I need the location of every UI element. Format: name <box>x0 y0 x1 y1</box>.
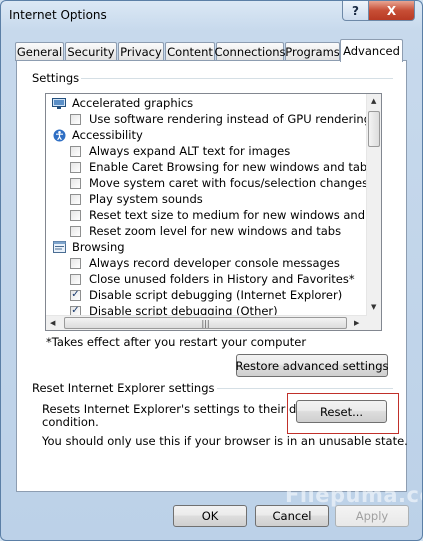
advanced-panel: Settings Accelerated graphics Use softwa… <box>16 60 408 492</box>
setting-disable-script-debugging-ie[interactable]: ✓ Disable script debugging (Internet Exp… <box>70 287 342 303</box>
help-icon: ? <box>352 3 359 18</box>
tab-general[interactable]: General <box>15 42 64 61</box>
vertical-scroll-thumb[interactable] <box>368 111 380 147</box>
scroll-left-icon[interactable]: ◀ <box>50 319 55 327</box>
browsing-icon <box>52 241 66 253</box>
tab-privacy[interactable]: Privacy <box>118 42 164 61</box>
ok-button[interactable]: OK <box>173 505 247 527</box>
checkbox-checked[interactable]: ✓ <box>70 289 81 301</box>
scroll-down-icon[interactable]: ▼ <box>371 303 376 311</box>
setting-label: Reset text size to medium for new window… <box>89 208 382 222</box>
close-button[interactable]: X <box>368 1 415 21</box>
grip-icon: ||| <box>201 318 210 328</box>
checkbox[interactable] <box>70 113 81 125</box>
setting-close-unused-folders[interactable]: Close unused folders in History and Favo… <box>70 271 355 287</box>
setting-software-rendering[interactable]: Use software rendering instead of GPU re… <box>70 111 377 127</box>
scroll-right-icon[interactable]: ▶ <box>354 319 359 327</box>
checkbox[interactable] <box>70 161 81 173</box>
tab-content[interactable]: Content <box>165 42 215 61</box>
reset-group-label: Reset Internet Explorer settings <box>30 381 217 395</box>
category-accelerated-graphics: Accelerated graphics <box>52 95 193 111</box>
help-button[interactable]: ? <box>342 1 369 21</box>
setting-reset-text-size[interactable]: Reset text size to medium for new window… <box>70 207 382 223</box>
tab-connections[interactable]: Connections <box>214 42 286 61</box>
tab-programs[interactable]: Programs <box>285 42 340 61</box>
setting-label: Reset zoom level for new windows and tab… <box>89 224 342 238</box>
checkbox[interactable] <box>70 193 81 205</box>
setting-record-console-messages[interactable]: Always record developer console messages <box>70 255 340 271</box>
tab-security[interactable]: Security <box>65 42 117 61</box>
scroll-up-icon[interactable]: ▲ <box>371 97 376 105</box>
apply-button[interactable]: Apply <box>335 505 409 527</box>
accessibility-icon <box>52 129 66 141</box>
setting-play-system-sounds[interactable]: Play system sounds <box>70 191 203 207</box>
setting-move-system-caret[interactable]: Move system caret with focus/selection c… <box>70 175 368 191</box>
restore-advanced-settings-button[interactable]: Restore advanced settings <box>236 354 389 377</box>
monitor-icon <box>52 97 66 109</box>
category-label: Browsing <box>72 240 125 254</box>
reset-warning: You should only use this if your browser… <box>42 434 408 448</box>
cancel-button[interactable]: Cancel <box>255 505 329 527</box>
setting-caret-browsing[interactable]: Enable Caret Browsing for new windows an… <box>70 159 373 175</box>
window-title: Internet Options <box>9 8 107 22</box>
category-label: Accelerated graphics <box>72 96 194 110</box>
restart-footnote: *Takes effect after you restart your com… <box>46 335 307 349</box>
reset-divider <box>194 388 393 389</box>
watermark: Filepuma.com <box>285 483 422 507</box>
setting-label: Disable script debugging (Internet Explo… <box>89 288 343 302</box>
checkmark-icon: ✓ <box>71 289 80 300</box>
setting-label: Always expand ALT text for images <box>89 144 291 158</box>
reset-description-line2: condition. <box>42 415 99 429</box>
setting-label: Use software rendering instead of GPU re… <box>89 112 377 126</box>
settings-divider <box>73 78 393 79</box>
checkbox[interactable] <box>70 177 81 189</box>
setting-expand-alt-text[interactable]: Always expand ALT text for images <box>70 143 290 159</box>
internet-options-dialog: Internet Options ? X General Security Pr… <box>0 0 423 541</box>
vertical-scrollbar[interactable]: ▲ ▼ <box>366 94 381 316</box>
tab-advanced[interactable]: Advanced <box>340 39 403 62</box>
category-accessibility: Accessibility <box>52 127 143 143</box>
setting-label: Play system sounds <box>89 192 203 206</box>
checkbox[interactable] <box>70 257 81 269</box>
setting-label: Close unused folders in History and Favo… <box>89 272 355 286</box>
settings-group-label: Settings <box>30 71 82 85</box>
reset-button-highlight <box>287 393 399 434</box>
setting-label: Enable Caret Browsing for new windows an… <box>89 160 374 174</box>
setting-label: Move system caret with focus/selection c… <box>89 176 369 190</box>
setting-reset-zoom-level[interactable]: Reset zoom level for new windows and tab… <box>70 223 341 239</box>
horizontal-scrollbar[interactable]: ◀ ||| ▶ <box>46 315 367 330</box>
checkbox[interactable] <box>70 209 81 221</box>
checkbox[interactable] <box>70 273 81 285</box>
checkbox[interactable] <box>70 145 81 157</box>
scrollbar-corner <box>367 316 381 330</box>
horizontal-scroll-thumb[interactable]: ||| <box>64 317 347 329</box>
category-label: Accessibility <box>72 128 143 142</box>
settings-list[interactable]: Accelerated graphics Use software render… <box>45 93 382 331</box>
checkbox[interactable] <box>70 225 81 237</box>
close-icon: X <box>386 3 397 18</box>
setting-label: Always record developer console messages <box>89 256 340 270</box>
category-browsing: Browsing <box>52 239 125 255</box>
